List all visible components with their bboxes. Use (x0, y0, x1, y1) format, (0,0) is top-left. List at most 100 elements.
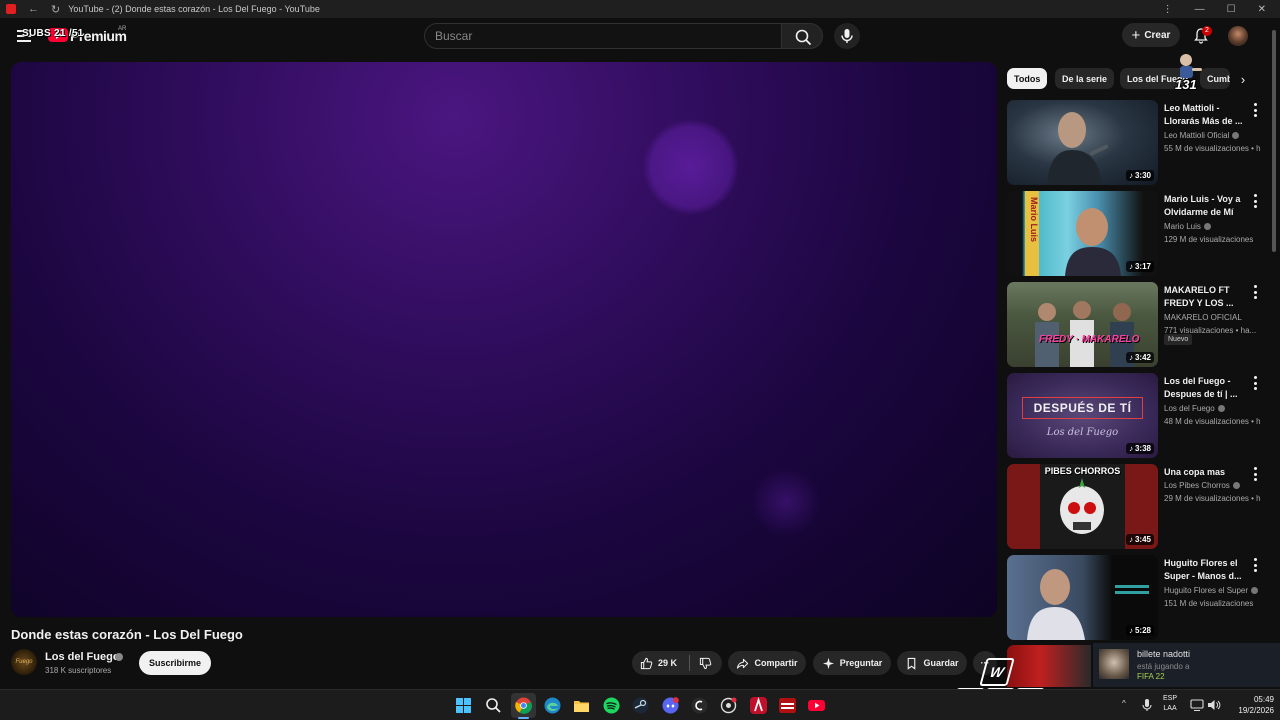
thumbs-down-icon (699, 657, 711, 669)
search-input[interactable] (425, 24, 781, 48)
create-button[interactable]: + Crear (1122, 23, 1180, 47)
file-explorer-icon[interactable] (573, 697, 590, 714)
discord-icon[interactable] (662, 697, 679, 714)
chip-todos[interactable]: Todos (1007, 68, 1048, 89)
recommendation-channel[interactable]: Huguito Flores el Super (1164, 586, 1259, 595)
more-options-icon[interactable] (1251, 467, 1259, 481)
bookmark-icon (908, 657, 916, 670)
recommendation-title[interactable]: Los del Fuego - Despues de tí | ... (1164, 375, 1246, 401)
thumbnail-text: PIBES CHORROS (1044, 466, 1121, 476)
channel-name[interactable]: Los del Fuego (45, 651, 120, 663)
recommendation-channel[interactable]: Leo Mattioli Oficial (1164, 131, 1240, 140)
more-options-icon[interactable] (1251, 194, 1259, 208)
voice-search-button[interactable] (834, 23, 860, 49)
share-button[interactable]: Compartir (728, 651, 806, 675)
account-avatar[interactable] (1228, 26, 1248, 46)
plus-icon: + (1131, 26, 1141, 44)
minimize-button[interactable]: — (1195, 4, 1205, 15)
input-language[interactable]: ESP LAA (1163, 694, 1177, 714)
tray-microphone-icon[interactable] (1140, 698, 1154, 712)
video-thumbnail[interactable]: PIBES CHORROS ♪ 3:45 (1007, 464, 1158, 549)
channel-avatar[interactable]: Fuego (11, 649, 37, 675)
recommendation-title[interactable]: MAKARELO FT FREDY Y LOS ... (1164, 284, 1246, 310)
recommendation-item[interactable]: ♪ 3:30 Leo Mattioli - Llorarás Más de ..… (1007, 100, 1262, 186)
recommendation-channel[interactable]: MAKARELO OFICIAL (1164, 313, 1242, 322)
youtube-app-icon[interactable] (808, 697, 825, 714)
search-button[interactable] (781, 23, 823, 49)
search-box (424, 23, 782, 49)
search-icon (795, 29, 811, 45)
sidebar-scrollbar[interactable] (1272, 30, 1276, 252)
ask-label: Preguntar (839, 658, 883, 668)
edge-icon[interactable] (544, 697, 561, 714)
video-thumbnail[interactable]: ♪ 5:28 (1007, 555, 1158, 640)
more-options-icon[interactable] (1251, 376, 1259, 390)
more-options-icon[interactable] (1251, 558, 1259, 572)
verified-icon (1232, 132, 1240, 139)
video-duration: ♪ 3:30 (1125, 170, 1154, 181)
spotify-icon[interactable] (603, 697, 620, 714)
recommendation-channel[interactable]: Mario Luis (1164, 222, 1211, 231)
subscribe-button[interactable]: Suscribirme (139, 651, 211, 675)
recommendation-title[interactable]: Leo Mattioli - Llorarás Más de ... (1164, 102, 1246, 128)
network-icon[interactable] (1190, 698, 1204, 712)
back-arrow-icon[interactable]: ← (28, 3, 39, 15)
dislike-button[interactable] (692, 651, 718, 675)
duration-text: 3:45 (1134, 535, 1151, 544)
recommendation-channel[interactable]: Los Pibes Chorros (1164, 481, 1240, 490)
youtube-favicon-icon (6, 4, 16, 14)
video-thumbnail[interactable]: DESPUÉS DE TÍ Los del Fuego ♪ 3:38 (1007, 373, 1158, 458)
chrome-icon[interactable] (515, 697, 532, 714)
duration-text: 5:28 (1134, 626, 1151, 635)
maximize-button[interactable]: ☐ (1227, 4, 1236, 15)
chip-de-la-serie[interactable]: De la serie (1055, 68, 1115, 89)
recommendation-item[interactable]: PIBES CHORROS ♪ 3:45 Una copa mas Los Pi… (1007, 464, 1262, 550)
video-player[interactable] (11, 62, 997, 617)
recommendation-item[interactable]: FREDY · MAKARELO ♪ 3:42 MAKARELO FT FRED… (1007, 282, 1262, 368)
windows-start-icon[interactable] (455, 697, 472, 714)
verified-icon (115, 653, 123, 661)
friend-activity-notification[interactable]: billete nadotti está jugando a FIFA 22 (1093, 643, 1280, 687)
game-launcher-icon[interactable] (720, 697, 737, 714)
recommendation-item[interactable]: Mario Luis ♪ 3:17 Mario Luis - Voy a Olv… (1007, 191, 1262, 277)
like-count: 29 K (658, 658, 678, 668)
voicemeeter-icon[interactable] (779, 697, 796, 714)
recommendation-views: 29 M de visualizaciones • h (1164, 494, 1261, 503)
more-options-icon[interactable] (1251, 103, 1259, 117)
ask-button[interactable]: Preguntar (813, 651, 891, 675)
anydesk-icon[interactable] (750, 697, 767, 714)
steam-icon[interactable] (632, 697, 649, 714)
recommendation-item[interactable]: ♪ 5:28 Huguito Flores el Super - Manos d… (1007, 555, 1262, 641)
thumbnail-text: FREDY · MAKARELO (1039, 334, 1140, 345)
more-options-icon[interactable] (1251, 285, 1259, 299)
recommendation-title[interactable]: Huguito Flores el Super - Manos d... (1164, 557, 1246, 583)
create-label: Crear (1144, 29, 1171, 41)
sparkle-icon (822, 657, 834, 669)
duration-text: 3:17 (1134, 262, 1151, 271)
reload-icon[interactable]: ↻ (51, 3, 60, 16)
recommendation-title[interactable]: Una copa mas (1164, 466, 1246, 479)
epic-games-icon[interactable] (691, 697, 708, 714)
taskbar-search-icon[interactable] (485, 697, 502, 714)
recommendation-channel[interactable]: Los del Fuego (1164, 404, 1225, 413)
recommendation-title[interactable]: Mario Luis - Voy a Olvidarme de Mí (1164, 193, 1246, 219)
thumbs-up-icon (640, 657, 653, 669)
like-divider (689, 655, 690, 671)
video-thumbnail-partial[interactable] (1007, 645, 1091, 687)
save-button[interactable]: Guardar (897, 651, 967, 675)
tray-overflow-icon[interactable]: ^ (1122, 699, 1126, 708)
close-button[interactable]: ✕ (1258, 4, 1266, 15)
chevron-right-icon[interactable]: › (1232, 68, 1254, 90)
video-thumbnail[interactable]: Mario Luis ♪ 3:17 (1007, 191, 1158, 276)
friend-avatar (1099, 649, 1129, 679)
recommendation-views: 48 M de visualizaciones • h (1164, 417, 1261, 426)
video-thumbnail[interactable]: FREDY · MAKARELO ♪ 3:42 (1007, 282, 1158, 367)
video-thumbnail[interactable]: ♪ 3:30 (1007, 100, 1158, 185)
volume-icon[interactable] (1207, 698, 1221, 712)
verified-icon (1203, 223, 1211, 230)
system-clock[interactable]: 05:49 19/2/2026 (1226, 694, 1274, 716)
channel-text: Huguito Flores el Super (1164, 586, 1249, 595)
recommendation-item[interactable]: DESPUÉS DE TÍ Los del Fuego ♪ 3:38 Los d… (1007, 373, 1262, 459)
extensions-icon[interactable]: ⋮ (1163, 4, 1173, 15)
clock-time: 05:49 (1253, 695, 1274, 704)
